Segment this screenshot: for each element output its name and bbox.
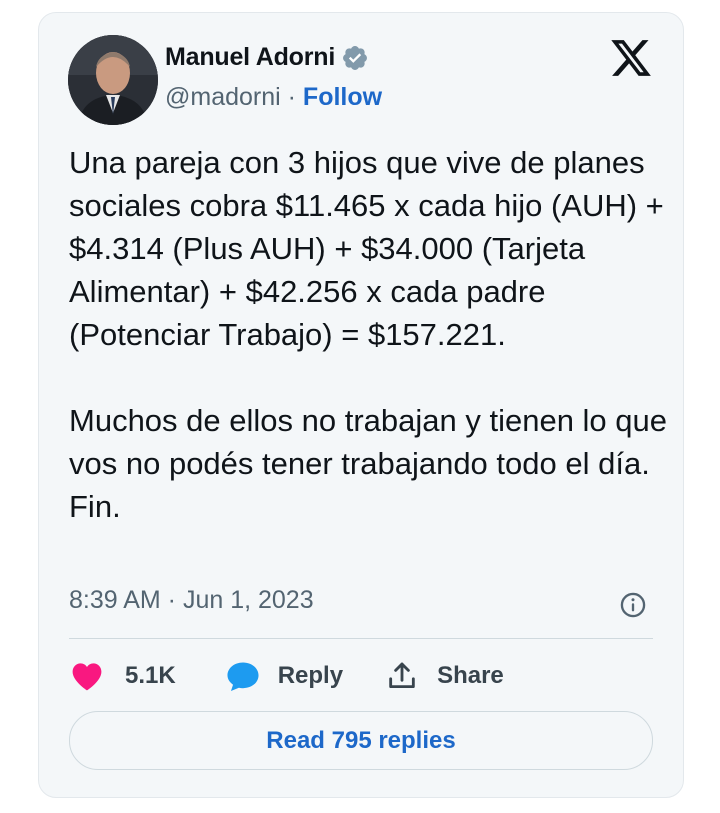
share-button[interactable]: Share bbox=[385, 659, 504, 693]
read-replies-button[interactable]: Read 795 replies bbox=[69, 711, 653, 770]
speech-bubble-icon bbox=[227, 662, 259, 692]
action-bar: 5.1K Reply Share bbox=[69, 656, 504, 696]
x-logo-icon[interactable] bbox=[609, 36, 653, 80]
like-count: 5.1K bbox=[125, 662, 176, 689]
reply-label: Reply bbox=[277, 662, 344, 689]
author-handle[interactable]: @madorni bbox=[165, 83, 281, 111]
tweet-paragraph: Muchos de ellos no trabajan y tienen lo … bbox=[69, 403, 668, 524]
share-upload-icon bbox=[389, 662, 415, 689]
author-name-row: Manuel Adorni bbox=[165, 43, 369, 72]
info-icon[interactable] bbox=[619, 591, 647, 619]
verified-badge-icon bbox=[341, 44, 369, 72]
tweet-card: Manuel Adorni @madorni · Follow Una pare… bbox=[38, 12, 684, 798]
avatar[interactable] bbox=[68, 35, 158, 125]
like-button[interactable]: 5.1K bbox=[69, 658, 176, 694]
handle-row: @madorni · Follow bbox=[165, 83, 382, 112]
share-label: Share bbox=[437, 662, 504, 689]
heart-icon bbox=[72, 663, 102, 691]
tweet-paragraph: Una pareja con 3 hijos que vive de plane… bbox=[69, 145, 664, 352]
reply-button[interactable]: Reply bbox=[224, 657, 343, 695]
follow-button[interactable]: Follow bbox=[303, 83, 382, 111]
tweet-timestamp[interactable]: 8:39 AM · Jun 1, 2023 bbox=[69, 586, 314, 615]
handle-separator: · bbox=[280, 83, 303, 111]
author-name[interactable]: Manuel Adorni bbox=[165, 43, 335, 72]
divider bbox=[69, 638, 653, 639]
tweet-text: Una pareja con 3 hijos que vive de plane… bbox=[69, 141, 669, 528]
